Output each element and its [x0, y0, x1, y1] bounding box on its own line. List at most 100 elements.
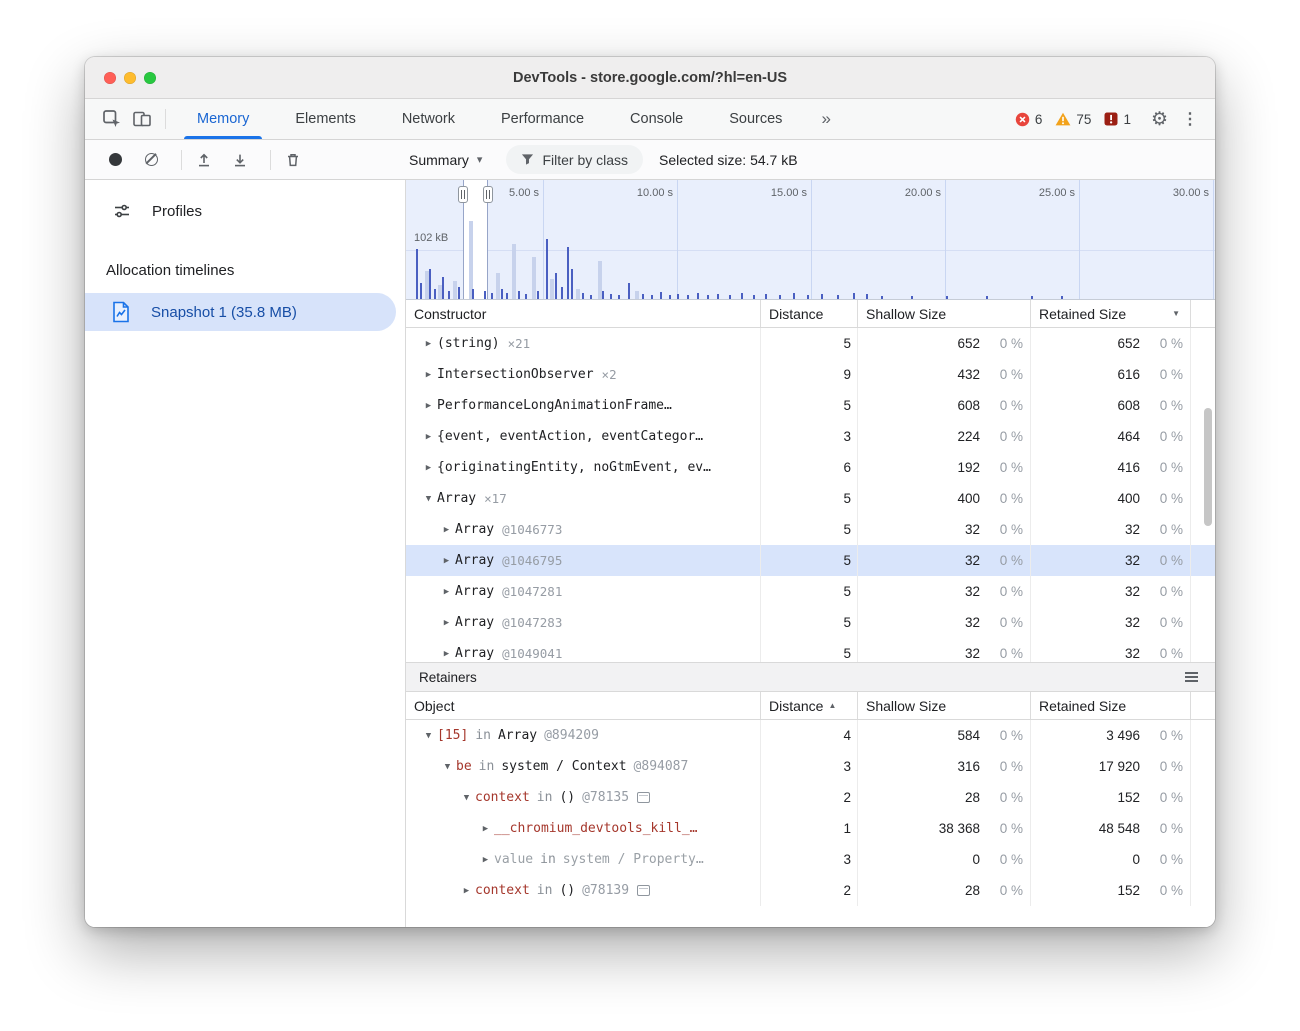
issue-badge[interactable]: 1 — [1104, 112, 1131, 127]
retainer-object-cell: ▶valueinsystem / Property… — [406, 844, 761, 875]
constructor-row[interactable]: ▶(string)×2156520 %6520 % — [406, 328, 1215, 359]
tab-performance[interactable]: Performance — [478, 99, 607, 139]
allocation-timeline-overview[interactable]: 102 kB 5.00 s10.00 s15.00 s20.00 s25.00 … — [406, 180, 1215, 300]
shallow-size-value: 584 — [858, 728, 980, 743]
timeline-bar — [821, 294, 823, 299]
collapse-arrow-icon[interactable]: ▼ — [420, 731, 437, 741]
tab-sources[interactable]: Sources — [706, 99, 805, 139]
load-profile-button[interactable] — [190, 146, 218, 174]
device-toolbar-icon[interactable] — [127, 104, 157, 134]
timeline-bar — [491, 293, 493, 299]
retainer-row[interactable]: ▶contextin()@781392280 %1520 % — [406, 875, 1215, 906]
handle-grip — [461, 190, 462, 199]
selection-handle-left[interactable] — [458, 186, 468, 203]
distance-cell: 5 — [761, 483, 858, 514]
constructor-row[interactable]: ▶Array@10490415320 %320 % — [406, 638, 1215, 662]
expand-arrow-icon[interactable]: ▶ — [458, 886, 475, 896]
constructor-row[interactable]: ▶Array@10467955320 %320 % — [406, 545, 1215, 576]
record-heap-button[interactable] — [101, 146, 129, 174]
column-retainers-distance[interactable]: Distance ▲ — [761, 692, 858, 719]
expand-arrow-icon[interactable]: ▶ — [438, 649, 455, 659]
expand-arrow-icon[interactable]: ▶ — [420, 401, 437, 411]
constructor-row[interactable]: ▶Array@10472815320 %320 % — [406, 576, 1215, 607]
constructor-row[interactable]: ▶Array@10472835320 %320 % — [406, 607, 1215, 638]
clear-profiles-button[interactable] — [137, 146, 165, 174]
constructor-row[interactable]: ▶IntersectionObserver×294320 %6160 % — [406, 359, 1215, 390]
collapse-arrow-icon[interactable]: ▼ — [458, 793, 475, 803]
column-constructor[interactable]: Constructor — [406, 300, 761, 327]
timeline-bar — [753, 295, 755, 299]
constructor-row[interactable]: ▶Array@10467735320 %320 % — [406, 514, 1215, 545]
column-retainers-shallow[interactable]: Shallow Size — [858, 692, 1031, 719]
column-retainers-retained[interactable]: Retained Size — [1031, 692, 1191, 719]
timeline-bar — [697, 293, 699, 299]
retainer-row[interactable]: ▼[15]inArray@89420945840 %3 4960 % — [406, 720, 1215, 751]
tune-icon — [113, 202, 131, 220]
expand-arrow-icon[interactable]: ▶ — [438, 556, 455, 566]
constructor-row[interactable]: ▼Array×1754000 %4000 % — [406, 483, 1215, 514]
tab-console[interactable]: Console — [607, 99, 706, 139]
warning-badge[interactable]: 75 — [1055, 112, 1091, 127]
kebab-menu-icon[interactable]: ⋮ — [1175, 109, 1205, 129]
expand-arrow-icon[interactable]: ▶ — [420, 463, 437, 473]
shallow-size-value: 32 — [858, 646, 980, 661]
constructor-row[interactable]: ▶{event, eventAction, eventCategor…32240… — [406, 421, 1215, 452]
retainer-row[interactable]: ▶valueinsystem / Property…300 %00 % — [406, 844, 1215, 875]
expand-arrow-icon[interactable]: ▶ — [438, 587, 455, 597]
expand-arrow-icon[interactable]: ▶ — [477, 855, 494, 865]
row-gutter — [1191, 607, 1215, 638]
close-window-button[interactable] — [104, 72, 116, 84]
shallow-size-percent: 0 % — [980, 852, 1030, 867]
snapshot-list-item[interactable]: Snapshot 1 (35.8 MB) — [85, 293, 396, 331]
profiles-header[interactable]: Profiles — [85, 194, 405, 228]
maximize-window-button[interactable] — [144, 72, 156, 84]
shallow-size-cell: 320 % — [858, 638, 1031, 662]
perspective-select[interactable]: Summary ▾ — [403, 148, 488, 172]
timeline-bar — [866, 294, 868, 299]
collect-garbage-button[interactable] — [279, 146, 307, 174]
retainer-name-part: [15] — [437, 728, 468, 743]
timeline-bar — [567, 247, 569, 299]
column-retained-size[interactable]: Retained Size ▼ — [1031, 300, 1191, 327]
minimize-window-button[interactable] — [124, 72, 136, 84]
constructor-name-cell: ▼Array×17 — [406, 483, 761, 514]
shallow-size-percent: 0 % — [980, 429, 1030, 444]
inspect-element-icon[interactable] — [97, 104, 127, 134]
column-distance[interactable]: Distance — [761, 300, 858, 327]
handle-grip — [464, 190, 465, 199]
row-gutter — [1191, 720, 1215, 751]
collapse-arrow-icon[interactable]: ▼ — [439, 762, 456, 772]
expand-arrow-icon[interactable]: ▶ — [420, 370, 437, 380]
hamburger-menu-icon[interactable] — [1181, 668, 1202, 686]
titlebar[interactable]: DevTools - store.google.com/?hl=en-US — [85, 57, 1215, 99]
scrollbar-thumb[interactable] — [1204, 408, 1212, 526]
expand-arrow-icon[interactable]: ▶ — [438, 618, 455, 628]
constructor-name-cell: ▶Array@1046795 — [406, 545, 761, 576]
retainer-row[interactable]: ▼contextin()@781352280 %1520 % — [406, 782, 1215, 813]
expand-arrow-icon[interactable]: ▶ — [438, 525, 455, 535]
expand-arrow-icon[interactable]: ▶ — [420, 339, 437, 349]
tab-elements[interactable]: Elements — [272, 99, 378, 139]
constructor-row[interactable]: ▶PerformanceLongAnimationFrame…56080 %60… — [406, 390, 1215, 421]
collapse-arrow-icon[interactable]: ▼ — [420, 494, 437, 504]
more-tabs-icon[interactable]: » — [815, 109, 836, 129]
class-filter-input[interactable]: Filter by class — [506, 145, 643, 174]
shallow-size-percent: 0 % — [980, 553, 1030, 568]
save-profile-button[interactable] — [226, 146, 254, 174]
settings-gear-icon[interactable]: ⚙ — [1144, 108, 1175, 131]
column-object[interactable]: Object — [406, 692, 761, 719]
retainer-row[interactable]: ▼beinsystem / Context@89408733160 %17 92… — [406, 751, 1215, 782]
expand-arrow-icon[interactable]: ▶ — [477, 824, 494, 834]
constructor-row[interactable]: ▶{originatingEntity, noGtmEvent, ev…6192… — [406, 452, 1215, 483]
column-shallow-size[interactable]: Shallow Size — [858, 300, 1031, 327]
retained-size-percent: 0 % — [1140, 584, 1190, 599]
retainer-row[interactable]: ▶__chromium_devtools_kill_…138 3680 %48 … — [406, 813, 1215, 844]
reveal-icon[interactable] — [637, 885, 650, 896]
selection-handle-right[interactable] — [483, 186, 493, 203]
reveal-icon[interactable] — [637, 792, 650, 803]
error-badge[interactable]: 6 — [1015, 112, 1043, 127]
tab-network[interactable]: Network — [379, 99, 478, 139]
tab-memory[interactable]: Memory — [174, 99, 272, 139]
expand-arrow-icon[interactable]: ▶ — [420, 432, 437, 442]
row-gutter — [1191, 844, 1215, 875]
